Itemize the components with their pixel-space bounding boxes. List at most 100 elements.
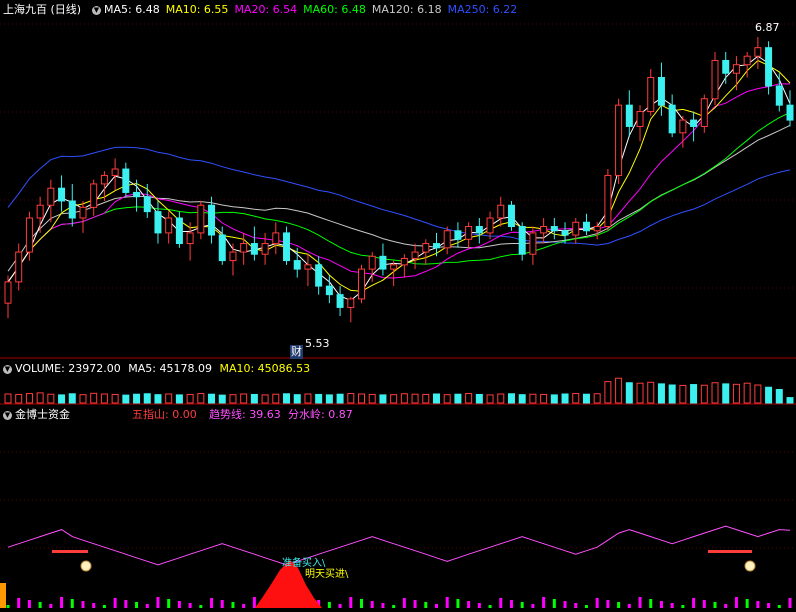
indicator-bar [724, 604, 728, 608]
volume-bar [358, 393, 366, 404]
indicator-bar [381, 603, 385, 608]
candle-body [197, 204, 205, 234]
volume-bar [625, 382, 633, 404]
money-bag-icon [744, 560, 756, 572]
ma-label: MA120: 6.18 [371, 3, 442, 16]
indicator-bar [531, 604, 535, 608]
indicator-bar [17, 598, 21, 608]
volume-bar [615, 377, 623, 404]
collapse-icon[interactable]: ▼ [92, 5, 101, 15]
candle-body [111, 168, 119, 176]
volume-value: VOLUME: 23972.00 [15, 362, 121, 375]
volume-bar [540, 393, 548, 404]
collapse-icon[interactable]: ▼ [3, 410, 12, 420]
candle-body [100, 174, 108, 185]
indicator-header: ▼ 金博士资金 [3, 408, 70, 422]
volume-bar [272, 393, 280, 404]
volume-bar [25, 393, 33, 404]
indicator-bar [509, 600, 513, 608]
indicator-bar [434, 604, 438, 608]
money-bag-icon [80, 560, 92, 572]
candle-body [550, 226, 558, 232]
ma-label: MA10: 6.55 [165, 3, 229, 16]
candle-body [593, 226, 601, 232]
candle-body [47, 187, 55, 206]
indicator-bar [177, 601, 181, 608]
candle-body [732, 64, 740, 74]
indicator-bar [542, 597, 546, 608]
volume-bar [497, 393, 505, 404]
candle-body [293, 260, 301, 270]
volume-bar [100, 393, 108, 404]
volume-bar [250, 393, 258, 404]
indicator-bar [713, 602, 717, 608]
volume-bar [561, 393, 569, 404]
indicator-bar [145, 604, 149, 608]
volume-bar [240, 393, 248, 404]
indicator-bar [692, 598, 696, 608]
candle-body [68, 200, 76, 219]
indicator-bar [349, 597, 353, 608]
candle-body [208, 204, 216, 236]
candle-body [582, 221, 590, 232]
volume-bar [293, 394, 301, 404]
indicator-bar [220, 600, 224, 608]
indicator-bar [477, 603, 481, 608]
candle-body [229, 251, 237, 262]
volume-bar [315, 393, 323, 404]
indicator-bar [370, 601, 374, 608]
indicator-bar [563, 601, 567, 608]
indicator-bar [0, 583, 6, 608]
volume-bar [90, 392, 98, 404]
volume-bar [754, 384, 762, 404]
volume-bar [679, 384, 687, 404]
candle-body [625, 104, 633, 127]
trend-line [7, 525, 791, 566]
volume-bar [786, 397, 794, 404]
volume-bar [732, 383, 740, 404]
volume-bar [68, 393, 76, 404]
volume-bar [465, 393, 473, 404]
indicator-bar [574, 603, 578, 608]
volume-bar [165, 393, 173, 404]
volume-bar [261, 394, 269, 404]
indicator-bar [188, 603, 192, 608]
candle-body [465, 226, 473, 240]
volume-bar [197, 393, 205, 404]
indicator-bar [745, 599, 749, 608]
collapse-icon[interactable]: ▼ [3, 364, 12, 374]
candle-body [775, 85, 783, 106]
volume-bar [208, 393, 216, 404]
volume-bar [390, 394, 398, 404]
volume-bar [175, 394, 183, 404]
high-price-label: 6.87 [755, 21, 780, 34]
chart-stage[interactable]: 上海九百 (日线) ▼ MA5: 6.48 MA10: 6.55 MA20: 6.54… [0, 0, 796, 608]
candle-body [636, 111, 644, 127]
candle-body [4, 281, 12, 304]
volume-bar [400, 393, 408, 404]
candle-body [668, 104, 676, 134]
indicator-bar [424, 602, 428, 608]
volume-bar [58, 394, 66, 404]
signal-bar [708, 550, 752, 553]
indicator-bar [670, 603, 674, 608]
volume-bar [454, 393, 462, 404]
candle-body [497, 204, 505, 219]
candle-body [722, 59, 730, 74]
chart-svg [0, 23, 796, 608]
volume-bar [218, 394, 226, 404]
volume-bar [486, 394, 494, 404]
candle-body [315, 264, 323, 287]
candle-body [786, 104, 794, 121]
volume-bar [529, 393, 537, 404]
indicator-bar [467, 601, 471, 608]
ma-label: MA250: 6.22 [447, 3, 518, 16]
volume-bar [475, 393, 483, 404]
candle-body [475, 226, 483, 234]
candle-body [411, 251, 419, 259]
ma-label: MA20: 6.54 [234, 3, 298, 16]
indicator-bar [135, 602, 139, 608]
candle-body [540, 226, 548, 234]
candle-body [486, 217, 494, 234]
volume-bar [368, 393, 376, 404]
